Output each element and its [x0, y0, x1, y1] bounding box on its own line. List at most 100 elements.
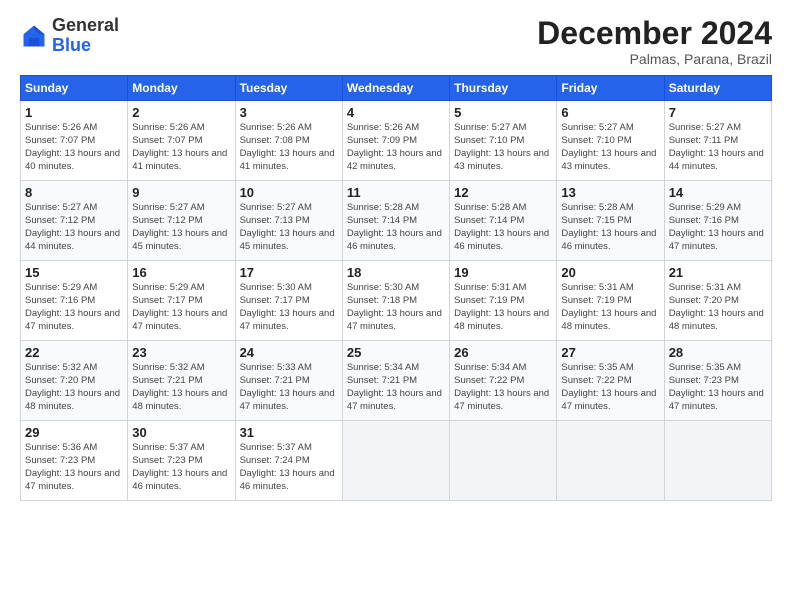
- table-row: 5 Sunrise: 5:27 AM Sunset: 7:10 PM Dayli…: [450, 101, 557, 181]
- table-row: 9 Sunrise: 5:27 AM Sunset: 7:12 PM Dayli…: [128, 181, 235, 261]
- day-number: 23: [132, 345, 230, 360]
- table-row: 22 Sunrise: 5:32 AM Sunset: 7:20 PM Dayl…: [21, 341, 128, 421]
- table-row: [342, 421, 449, 501]
- table-row: 18 Sunrise: 5:30 AM Sunset: 7:18 PM Dayl…: [342, 261, 449, 341]
- table-row: 19 Sunrise: 5:31 AM Sunset: 7:19 PM Dayl…: [450, 261, 557, 341]
- table-row: 6 Sunrise: 5:27 AM Sunset: 7:10 PM Dayli…: [557, 101, 664, 181]
- day-info: Sunrise: 5:30 AM Sunset: 7:17 PM Dayligh…: [240, 282, 338, 333]
- table-row: 12 Sunrise: 5:28 AM Sunset: 7:14 PM Dayl…: [450, 181, 557, 261]
- calendar-week-row: 15 Sunrise: 5:29 AM Sunset: 7:16 PM Dayl…: [21, 261, 772, 341]
- header-friday: Friday: [557, 76, 664, 101]
- table-row: 1 Sunrise: 5:26 AM Sunset: 7:07 PM Dayli…: [21, 101, 128, 181]
- day-number: 29: [25, 425, 123, 440]
- day-number: 15: [25, 265, 123, 280]
- table-row: 26 Sunrise: 5:34 AM Sunset: 7:22 PM Dayl…: [450, 341, 557, 421]
- day-number: 26: [454, 345, 552, 360]
- weekday-header-row: Sunday Monday Tuesday Wednesday Thursday…: [21, 76, 772, 101]
- day-info: Sunrise: 5:29 AM Sunset: 7:16 PM Dayligh…: [25, 282, 123, 333]
- header-tuesday: Tuesday: [235, 76, 342, 101]
- day-info: Sunrise: 5:27 AM Sunset: 7:13 PM Dayligh…: [240, 202, 338, 253]
- day-info: Sunrise: 5:35 AM Sunset: 7:22 PM Dayligh…: [561, 362, 659, 413]
- day-info: Sunrise: 5:33 AM Sunset: 7:21 PM Dayligh…: [240, 362, 338, 413]
- table-row: 25 Sunrise: 5:34 AM Sunset: 7:21 PM Dayl…: [342, 341, 449, 421]
- day-number: 24: [240, 345, 338, 360]
- header-wednesday: Wednesday: [342, 76, 449, 101]
- day-info: Sunrise: 5:37 AM Sunset: 7:24 PM Dayligh…: [240, 442, 338, 493]
- day-number: 19: [454, 265, 552, 280]
- logo-text: General Blue: [52, 16, 119, 56]
- table-row: 16 Sunrise: 5:29 AM Sunset: 7:17 PM Dayl…: [128, 261, 235, 341]
- day-info: Sunrise: 5:29 AM Sunset: 7:17 PM Dayligh…: [132, 282, 230, 333]
- day-number: 8: [25, 185, 123, 200]
- table-row: 10 Sunrise: 5:27 AM Sunset: 7:13 PM Dayl…: [235, 181, 342, 261]
- day-info: Sunrise: 5:27 AM Sunset: 7:10 PM Dayligh…: [454, 122, 552, 173]
- day-number: 18: [347, 265, 445, 280]
- day-info: Sunrise: 5:27 AM Sunset: 7:10 PM Dayligh…: [561, 122, 659, 173]
- day-number: 14: [669, 185, 767, 200]
- month-title: December 2024: [537, 16, 772, 51]
- day-number: 28: [669, 345, 767, 360]
- table-row: 4 Sunrise: 5:26 AM Sunset: 7:09 PM Dayli…: [342, 101, 449, 181]
- day-number: 25: [347, 345, 445, 360]
- day-info: Sunrise: 5:34 AM Sunset: 7:22 PM Dayligh…: [454, 362, 552, 413]
- table-row: 27 Sunrise: 5:35 AM Sunset: 7:22 PM Dayl…: [557, 341, 664, 421]
- day-info: Sunrise: 5:31 AM Sunset: 7:19 PM Dayligh…: [561, 282, 659, 333]
- day-number: 6: [561, 105, 659, 120]
- header-saturday: Saturday: [664, 76, 771, 101]
- calendar-week-row: 22 Sunrise: 5:32 AM Sunset: 7:20 PM Dayl…: [21, 341, 772, 421]
- table-row: 31 Sunrise: 5:37 AM Sunset: 7:24 PM Dayl…: [235, 421, 342, 501]
- header: General Blue December 2024 Palmas, Paran…: [20, 16, 772, 67]
- day-number: 10: [240, 185, 338, 200]
- calendar-week-row: 1 Sunrise: 5:26 AM Sunset: 7:07 PM Dayli…: [21, 101, 772, 181]
- day-number: 27: [561, 345, 659, 360]
- logo: General Blue: [20, 16, 119, 56]
- day-number: 3: [240, 105, 338, 120]
- table-row: 21 Sunrise: 5:31 AM Sunset: 7:20 PM Dayl…: [664, 261, 771, 341]
- day-info: Sunrise: 5:32 AM Sunset: 7:20 PM Dayligh…: [25, 362, 123, 413]
- logo-icon: [20, 22, 48, 50]
- table-row: 24 Sunrise: 5:33 AM Sunset: 7:21 PM Dayl…: [235, 341, 342, 421]
- day-info: Sunrise: 5:27 AM Sunset: 7:12 PM Dayligh…: [132, 202, 230, 253]
- table-row: [664, 421, 771, 501]
- day-number: 20: [561, 265, 659, 280]
- title-block: December 2024 Palmas, Parana, Brazil: [537, 16, 772, 67]
- day-info: Sunrise: 5:28 AM Sunset: 7:14 PM Dayligh…: [347, 202, 445, 253]
- table-row: 30 Sunrise: 5:37 AM Sunset: 7:23 PM Dayl…: [128, 421, 235, 501]
- day-number: 5: [454, 105, 552, 120]
- table-row: 8 Sunrise: 5:27 AM Sunset: 7:12 PM Dayli…: [21, 181, 128, 261]
- day-number: 1: [25, 105, 123, 120]
- day-info: Sunrise: 5:31 AM Sunset: 7:20 PM Dayligh…: [669, 282, 767, 333]
- table-row: [450, 421, 557, 501]
- day-number: 16: [132, 265, 230, 280]
- logo-general: General: [52, 16, 119, 36]
- header-monday: Monday: [128, 76, 235, 101]
- day-info: Sunrise: 5:27 AM Sunset: 7:12 PM Dayligh…: [25, 202, 123, 253]
- day-info: Sunrise: 5:26 AM Sunset: 7:08 PM Dayligh…: [240, 122, 338, 173]
- day-info: Sunrise: 5:32 AM Sunset: 7:21 PM Dayligh…: [132, 362, 230, 413]
- day-info: Sunrise: 5:30 AM Sunset: 7:18 PM Dayligh…: [347, 282, 445, 333]
- day-number: 7: [669, 105, 767, 120]
- table-row: 3 Sunrise: 5:26 AM Sunset: 7:08 PM Dayli…: [235, 101, 342, 181]
- day-info: Sunrise: 5:28 AM Sunset: 7:14 PM Dayligh…: [454, 202, 552, 253]
- day-number: 9: [132, 185, 230, 200]
- day-info: Sunrise: 5:27 AM Sunset: 7:11 PM Dayligh…: [669, 122, 767, 173]
- table-row: 13 Sunrise: 5:28 AM Sunset: 7:15 PM Dayl…: [557, 181, 664, 261]
- table-row: 17 Sunrise: 5:30 AM Sunset: 7:17 PM Dayl…: [235, 261, 342, 341]
- day-info: Sunrise: 5:34 AM Sunset: 7:21 PM Dayligh…: [347, 362, 445, 413]
- day-info: Sunrise: 5:37 AM Sunset: 7:23 PM Dayligh…: [132, 442, 230, 493]
- day-number: 31: [240, 425, 338, 440]
- day-number: 2: [132, 105, 230, 120]
- day-info: Sunrise: 5:26 AM Sunset: 7:07 PM Dayligh…: [132, 122, 230, 173]
- calendar-week-row: 29 Sunrise: 5:36 AM Sunset: 7:23 PM Dayl…: [21, 421, 772, 501]
- table-row: 23 Sunrise: 5:32 AM Sunset: 7:21 PM Dayl…: [128, 341, 235, 421]
- day-number: 17: [240, 265, 338, 280]
- table-row: 2 Sunrise: 5:26 AM Sunset: 7:07 PM Dayli…: [128, 101, 235, 181]
- day-number: 12: [454, 185, 552, 200]
- table-row: [557, 421, 664, 501]
- day-number: 30: [132, 425, 230, 440]
- table-row: 28 Sunrise: 5:35 AM Sunset: 7:23 PM Dayl…: [664, 341, 771, 421]
- location-subtitle: Palmas, Parana, Brazil: [537, 51, 772, 67]
- day-info: Sunrise: 5:29 AM Sunset: 7:16 PM Dayligh…: [669, 202, 767, 253]
- logo-blue: Blue: [52, 36, 119, 56]
- day-info: Sunrise: 5:31 AM Sunset: 7:19 PM Dayligh…: [454, 282, 552, 333]
